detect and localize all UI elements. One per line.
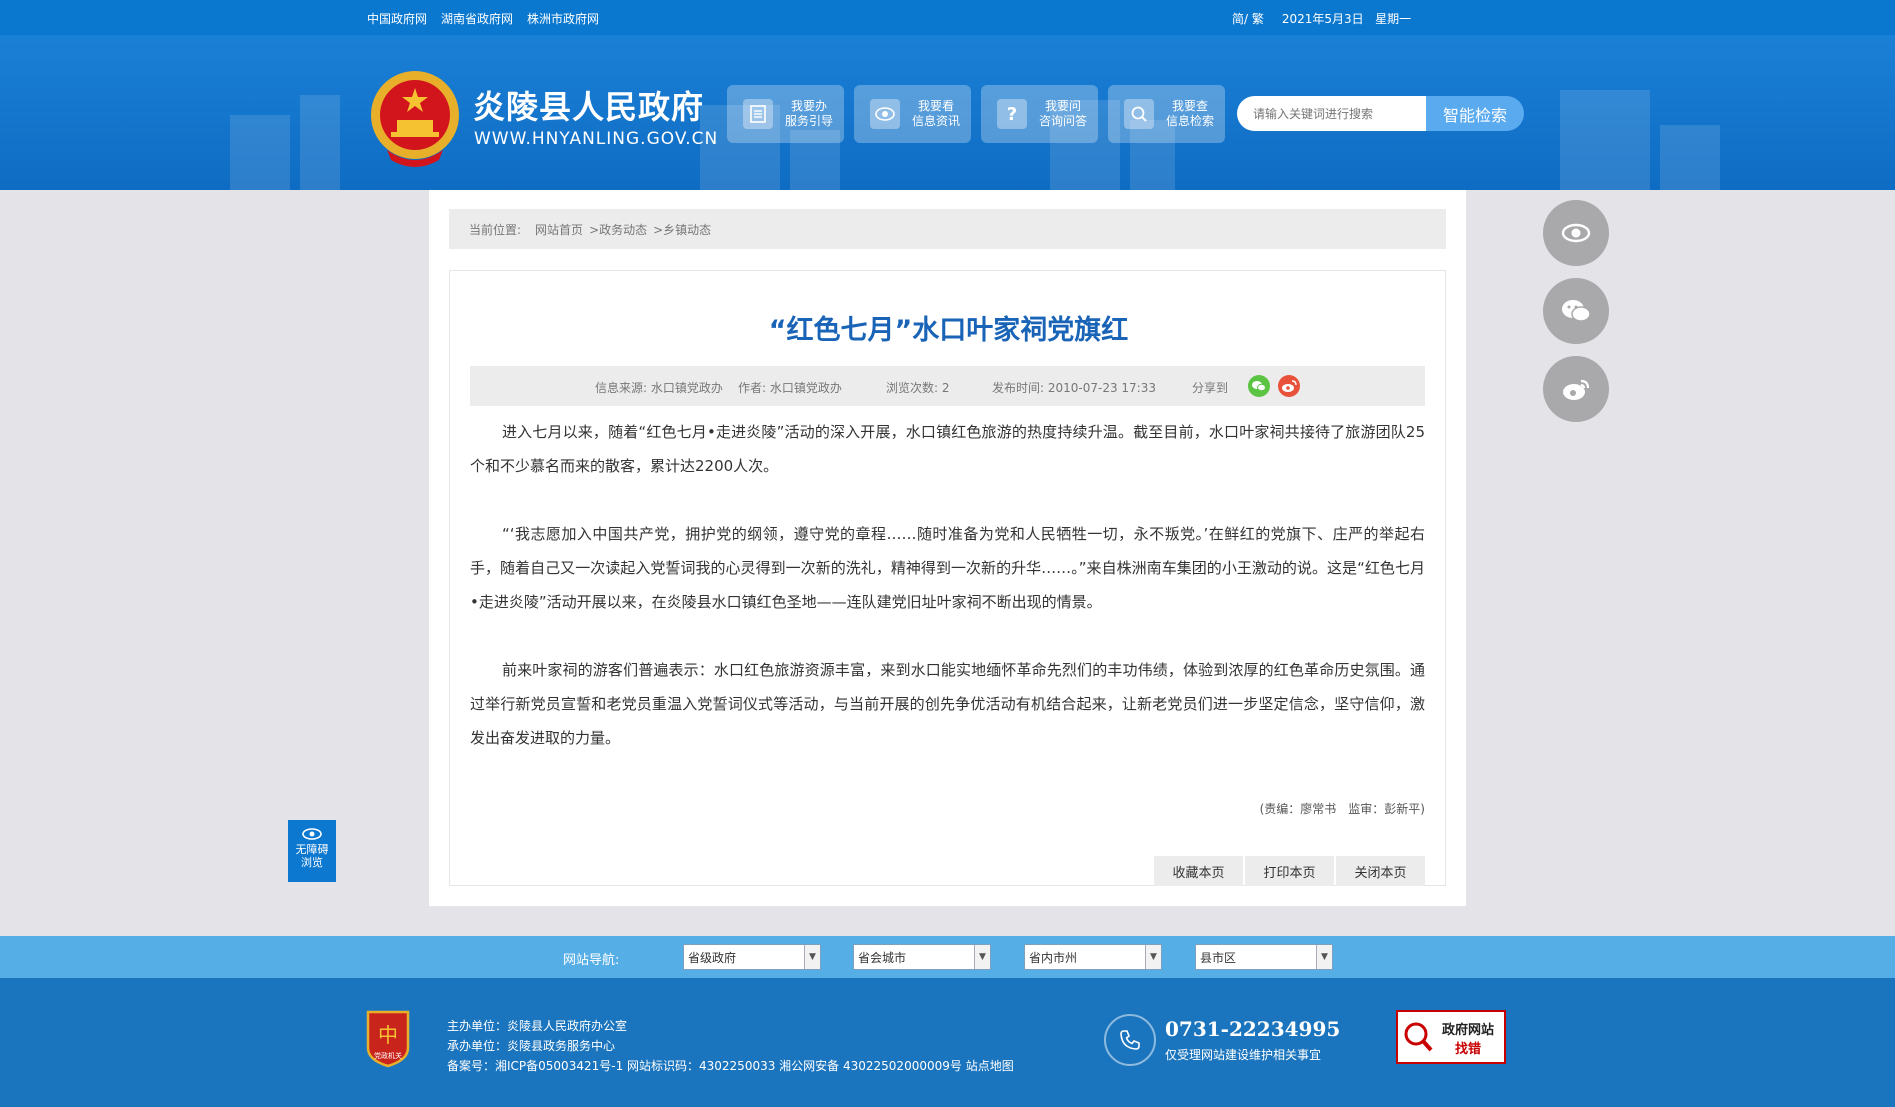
- document-icon: [743, 99, 773, 129]
- main-content: 当前位置: 网站首页 >政务动态 >乡镇动态 “红色七月”水口叶家祠党旗红 信息…: [429, 190, 1466, 906]
- svg-text:党政机关: 党政机关: [374, 1051, 402, 1060]
- breadcrumb: 当前位置: 网站首页 >政务动态 >乡镇动态: [449, 209, 1446, 249]
- chevron-down-icon: ▼: [804, 945, 820, 969]
- svg-text:找错: 找错: [1455, 1041, 1481, 1057]
- lang-switch[interactable]: 简/ 繁: [1232, 10, 1264, 27]
- phone-icon: [1104, 1014, 1156, 1066]
- consult-qa-button[interactable]: ? 我要问 咨询问答: [981, 85, 1098, 143]
- breadcrumb-gov-news[interactable]: >政务动态: [589, 221, 647, 238]
- footer-phone: 0731-22234995: [1165, 1017, 1341, 1041]
- footer-host: 主办单位：炎陵县人民政府办公室: [447, 1019, 628, 1033]
- top-right: 简/ 繁 2021年5月3日 星期一: [1232, 10, 1411, 27]
- service-guide-button[interactable]: 我要办 服务引导: [727, 85, 844, 143]
- chevron-down-icon: ▼: [1145, 945, 1161, 969]
- eye-icon: [1561, 223, 1591, 243]
- article-meta: 信息来源: 水口镇党政办 作者: 水口镇党政办 浏览次数: 2 发布时间: 20…: [470, 366, 1425, 406]
- meta-source: 信息来源: 水口镇党政办: [595, 381, 723, 395]
- article-paragraph: 前来叶家祠的游客们普遍表示：水口红色旅游资源丰富，来到水口能实地缅怀革命先烈们的…: [470, 661, 1425, 747]
- print-page-button[interactable]: 打印本页: [1245, 856, 1334, 886]
- weibo-share-icon[interactable]: [1278, 375, 1300, 397]
- float-weibo-button[interactable]: [1543, 356, 1609, 422]
- eye-icon: [302, 828, 322, 840]
- select-county[interactable]: 县市区 ▼: [1195, 944, 1333, 970]
- float-wechat-button[interactable]: [1543, 278, 1609, 344]
- search-icon: [1124, 99, 1154, 129]
- link-zhuzhou-gov[interactable]: 株洲市政府网: [527, 10, 599, 27]
- party-gov-badge-icon[interactable]: 中 党政机关: [363, 1010, 413, 1068]
- select-province-city[interactable]: 省内市州 ▼: [1024, 944, 1162, 970]
- header: 炎陵县人民政府 WWW.HNYANLING.GOV.CN 我要办 服务引导 我要看…: [0, 35, 1895, 190]
- article-paragraph: “‘我志愿加入中国共产党，拥护党的纲领，遵守党的章程……随时准备为党和人民牺牲一…: [470, 525, 1425, 611]
- search-input[interactable]: [1237, 96, 1427, 131]
- smart-search-button[interactable]: 智能检索: [1426, 96, 1524, 131]
- info-search-button[interactable]: 我要查 信息检索: [1108, 85, 1225, 143]
- article-paragraph: 进入七月以来，随着“红色七月•走进炎陵”活动的深入开展，水口镇红色旅游的热度持续…: [470, 423, 1425, 475]
- accessibility-button[interactable]: 无障碍 浏览: [288, 820, 336, 882]
- breadcrumb-home[interactable]: 网站首页: [535, 221, 583, 238]
- national-emblem-icon: [371, 71, 459, 167]
- link-gov-cn[interactable]: 中国政府网: [367, 10, 427, 27]
- footer-record: 备案号：湘ICP备05003421号-1 网站标识码：4302250033 湘公…: [447, 1059, 1014, 1073]
- wechat-icon: [1562, 300, 1591, 322]
- footer-nav: 网站导航: 省级政府 ▼ 省会城市 ▼ 省内市州 ▼ 县市区 ▼: [0, 936, 1895, 978]
- footer-info: 主办单位：炎陵县人民政府办公室 承办单位：炎陵县政务服务中心 备案号：湘ICP备…: [447, 1016, 1014, 1076]
- article-body: 进入七月以来，随着“红色七月•走进炎陵”活动的深入开展，水口镇红色旅游的热度持续…: [470, 415, 1425, 789]
- select-capital-city[interactable]: 省会城市 ▼: [853, 944, 991, 970]
- footer-phone-note: 仅受理网站建设维护相关事宜: [1165, 1048, 1322, 1062]
- footer-organizer: 承办单位：炎陵县政务服务中心: [447, 1039, 616, 1053]
- chevron-down-icon: ▼: [1316, 945, 1332, 969]
- site-title: 炎陵县人民政府: [473, 88, 705, 126]
- editor-info: (责编：廖常书 监审：彭新平): [1259, 802, 1425, 816]
- chevron-down-icon: ▼: [974, 945, 990, 969]
- wechat-share-icon[interactable]: [1248, 375, 1270, 397]
- footer: 中 党政机关 主办单位：炎陵县人民政府办公室 承办单位：炎陵县政务服务中心 备案…: [0, 978, 1895, 1107]
- info-news-button[interactable]: 我要看 信息资讯: [854, 85, 971, 143]
- svg-text:中: 中: [378, 1023, 398, 1047]
- gov-site-error-report-button[interactable]: 政府网站 找错: [1396, 1010, 1506, 1064]
- float-eye-button[interactable]: [1543, 200, 1609, 266]
- link-hunan-gov[interactable]: 湖南省政府网: [441, 10, 513, 27]
- breadcrumb-town-news[interactable]: >乡镇动态: [653, 221, 711, 238]
- site-url: WWW.HNYANLING.GOV.CN: [474, 129, 719, 149]
- top-links: 中国政府网 湖南省政府网 株洲市政府网: [367, 10, 599, 27]
- top-bar: 中国政府网 湖南省政府网 株洲市政府网 简/ 繁 2021年5月3日 星期一: [0, 0, 1895, 35]
- question-icon: ?: [997, 99, 1027, 129]
- bookmark-page-button[interactable]: 收藏本页: [1154, 856, 1243, 886]
- select-provincial-gov[interactable]: 省级政府 ▼: [683, 944, 821, 970]
- meta-author: 作者: 水口镇党政办: [738, 381, 842, 395]
- meta-views: 浏览次数: 2: [886, 381, 950, 395]
- article-actions: 收藏本页 打印本页 关闭本页: [1154, 856, 1425, 886]
- weibo-icon: [1563, 379, 1590, 400]
- meta-published: 发布时间: 2010-07-23 17:33: [992, 381, 1156, 395]
- eye-icon: [870, 99, 900, 129]
- close-page-button[interactable]: 关闭本页: [1336, 856, 1425, 886]
- footer-nav-label: 网站导航:: [563, 953, 620, 968]
- article: “红色七月”水口叶家祠党旗红 信息来源: 水口镇党政办 作者: 水口镇党政办 浏…: [449, 270, 1446, 886]
- date-text: 2021年5月3日 星期一: [1281, 12, 1412, 26]
- meta-share-label: 分享到: [1192, 381, 1229, 395]
- svg-text:政府网站: 政府网站: [1442, 1022, 1494, 1038]
- article-title: “红色七月”水口叶家祠党旗红: [768, 315, 1129, 346]
